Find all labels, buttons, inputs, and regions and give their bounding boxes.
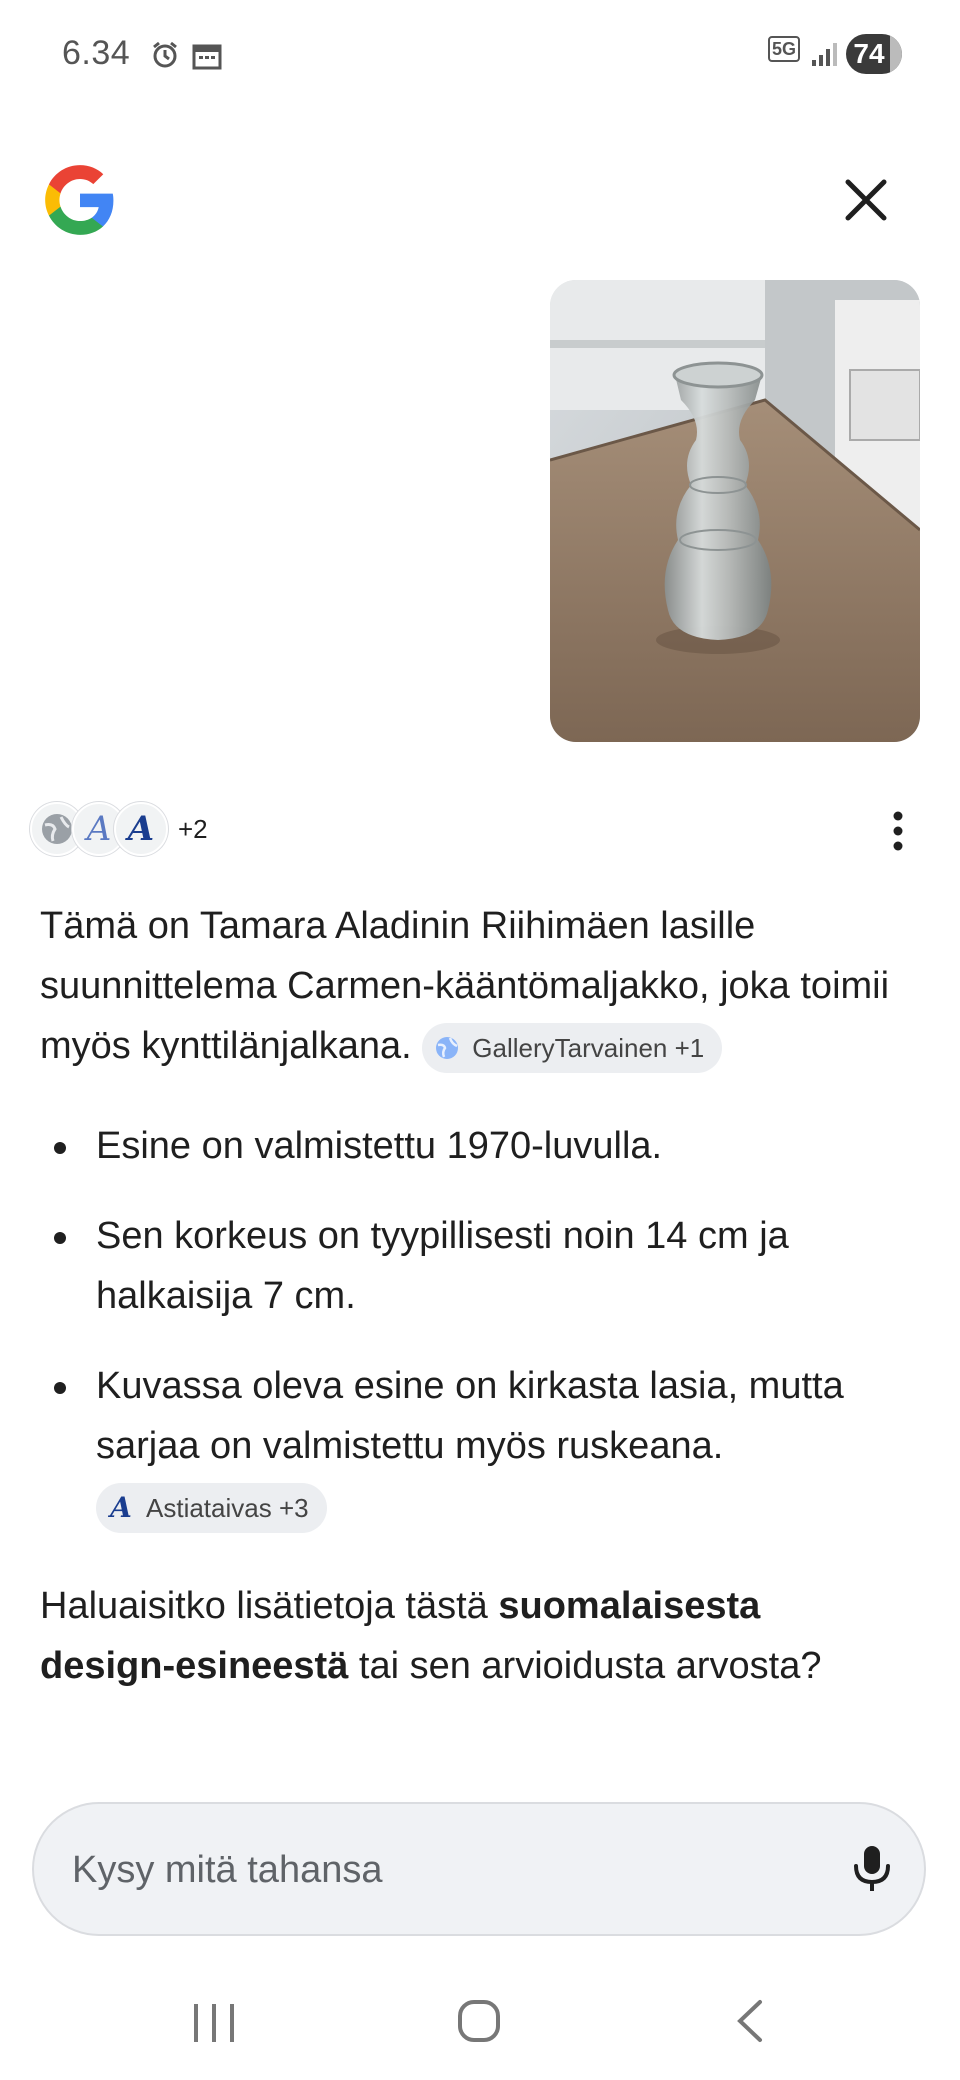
- follow-up-question: Haluaisitko lisätietoja tästä suomalaise…: [40, 1576, 860, 1696]
- network-5g-icon: 5G: [768, 36, 801, 62]
- chip-label: GalleryTarvainen +1: [472, 1032, 705, 1063]
- recents-button[interactable]: [190, 2000, 240, 2046]
- source-chip-gallerytarvainen[interactable]: GalleryTarvainen +1: [422, 1022, 723, 1073]
- uploaded-photo[interactable]: [550, 280, 920, 742]
- answer-paragraph: Tämä on Tamara Aladinin Riihimäen lasill…: [40, 896, 920, 1076]
- back-button[interactable]: [730, 1996, 770, 2046]
- alarm-icon: [153, 41, 177, 68]
- source-chip-astiataivas[interactable]: A Astiataivas +3: [96, 1482, 327, 1533]
- mic-icon[interactable]: [842, 1838, 902, 1898]
- ask-bar: [32, 1802, 926, 1936]
- chip-label: Astiataivas +3: [146, 1492, 309, 1523]
- bullet-text: Sen korkeus on tyypillisesti noin 14 cm …: [96, 1215, 789, 1317]
- ask-input[interactable]: [70, 1804, 834, 1936]
- a-logo-source-icon: A: [114, 802, 168, 856]
- astiataivas-icon: A: [110, 1490, 132, 1524]
- photo-vase-image: [550, 280, 920, 742]
- bullet-text: Kuvassa oleva esine on kirkasta lasia, m…: [96, 1365, 844, 1467]
- source-more-count: +2: [178, 813, 208, 844]
- battery-level: 74: [853, 38, 885, 69]
- source-icons[interactable]: A A +2: [30, 802, 208, 856]
- list-item: Kuvassa oleva esine on kirkasta lasia, m…: [40, 1356, 920, 1536]
- more-options-icon[interactable]: [880, 806, 916, 856]
- close-button[interactable]: [836, 170, 896, 230]
- question-part2: tai sen arvioidusta arvosta?: [348, 1645, 822, 1687]
- battery-indicator: 74: [846, 34, 902, 74]
- google-logo-icon: [45, 165, 114, 235]
- question-part1: Haluaisitko lisätietoja tästä: [40, 1585, 499, 1627]
- globe-icon: [432, 1033, 462, 1063]
- list-item: Sen korkeus on tyypillisesti noin 14 cm …: [40, 1206, 920, 1326]
- bullet-text: Esine on valmistettu 1970-luvulla.: [96, 1125, 663, 1167]
- list-item: Esine on valmistettu 1970-luvulla.: [40, 1116, 920, 1176]
- status-time: 6.34: [62, 34, 131, 72]
- home-button[interactable]: [456, 1996, 504, 2046]
- signal-icon: [812, 43, 837, 66]
- calendar-icon: [192, 44, 222, 70]
